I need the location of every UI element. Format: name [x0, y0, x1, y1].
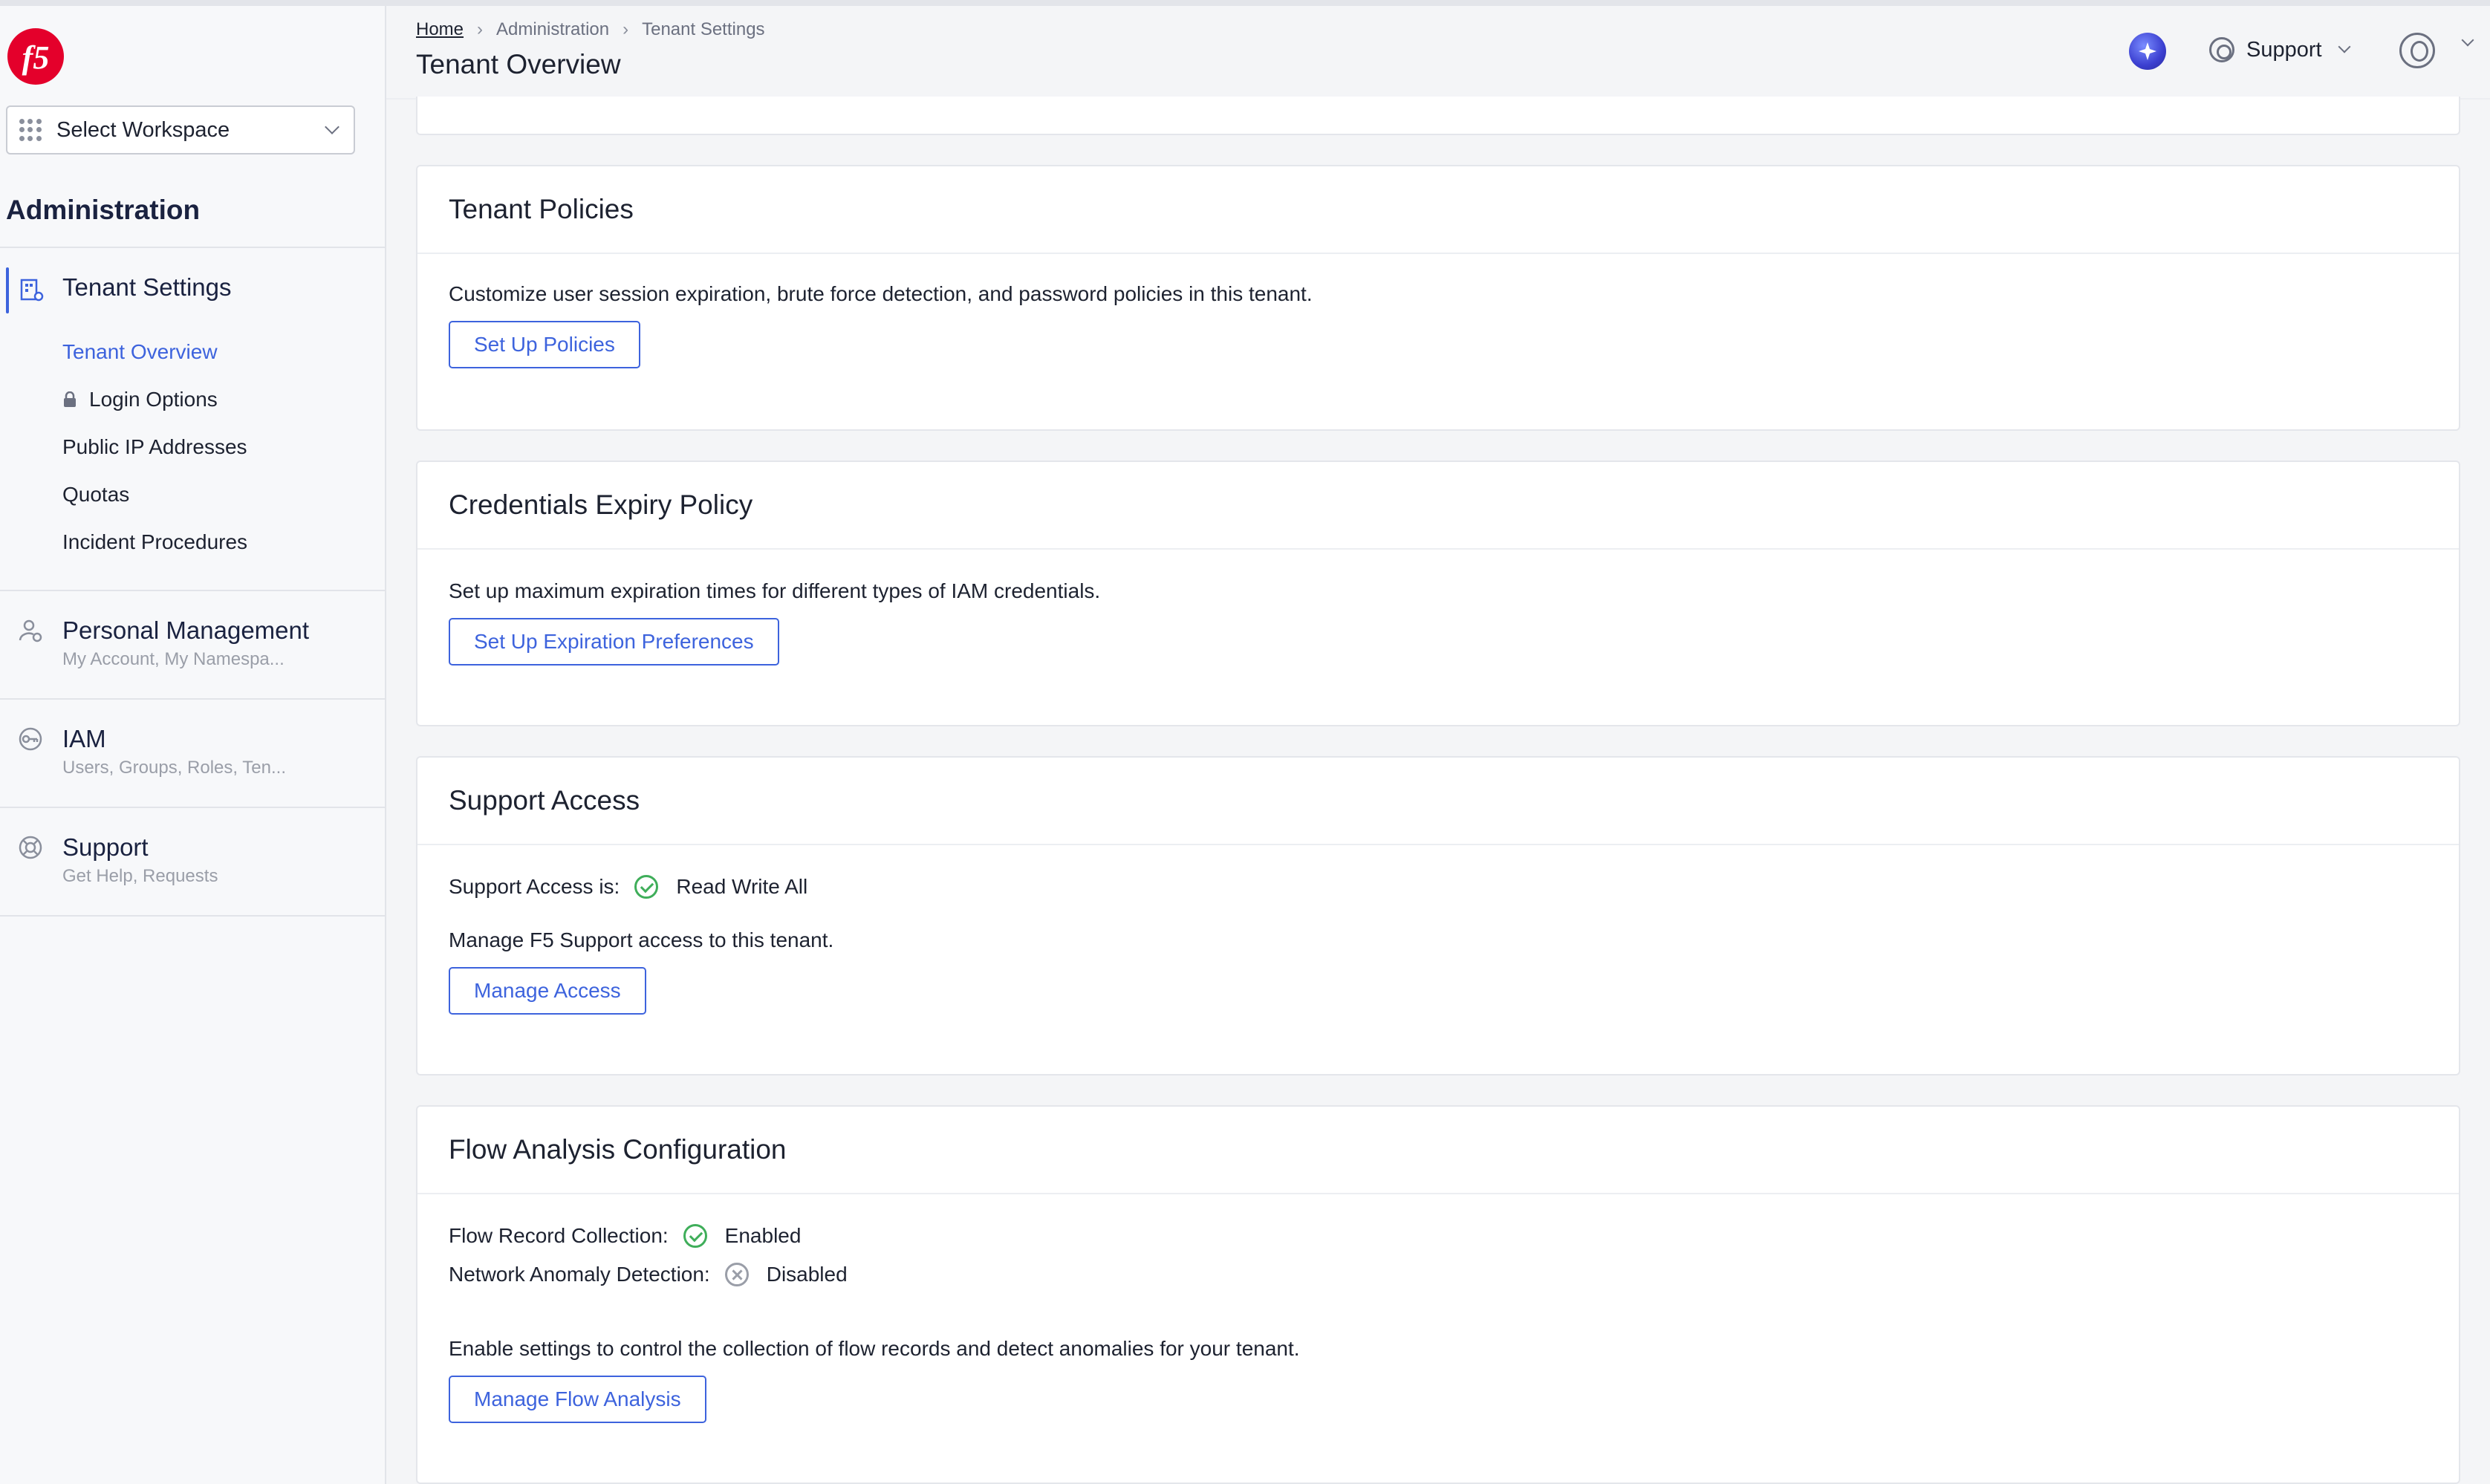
- breadcrumb-administration[interactable]: Administration: [496, 19, 609, 40]
- status-label: Flow Record Collection:: [449, 1224, 669, 1247]
- status-value: Read Write All: [676, 875, 808, 898]
- section-title: Administration: [6, 195, 201, 225]
- sidebar-item-quotas[interactable]: Quotas: [62, 483, 129, 507]
- lifebuoy-icon: [19, 836, 42, 859]
- user-avatar-button[interactable]: [2399, 33, 2435, 68]
- set-up-expiration-preferences-button[interactable]: Set Up Expiration Preferences: [449, 618, 779, 665]
- top-border: [0, 0, 2490, 6]
- key-icon: [19, 727, 42, 751]
- card-title: Flow Analysis Configuration: [417, 1107, 2459, 1194]
- sidebar-item-iam[interactable]: IAM: [62, 725, 106, 753]
- chevron-down-icon: [2338, 40, 2351, 53]
- credentials-expiry-card: Credentials Expiry Policy Set up maximum…: [416, 461, 2460, 726]
- sidebar-item-personal-management[interactable]: Personal Management: [62, 616, 309, 645]
- status-label: Network Anomaly Detection:: [449, 1263, 710, 1286]
- status-value: Enabled: [724, 1224, 802, 1247]
- check-circle-icon: [683, 1224, 707, 1248]
- status-label: Support Access is:: [449, 875, 620, 898]
- previous-card: [416, 97, 2460, 135]
- user-gear-icon: [19, 619, 42, 642]
- anomaly-detection-status: Network Anomaly Detection: Disabled: [449, 1263, 848, 1286]
- breadcrumb-home-link[interactable]: Home: [416, 19, 464, 40]
- sidebar: f5 Select Workspace Administration Tenan…: [0, 6, 386, 1484]
- card-title: Credentials Expiry Policy: [417, 462, 2459, 550]
- chevron-right-icon: ›: [622, 19, 629, 39]
- f5-logo[interactable]: f5: [4, 25, 67, 88]
- manage-access-button[interactable]: Manage Access: [449, 967, 646, 1015]
- workspace-select[interactable]: Select Workspace: [6, 105, 355, 154]
- set-up-policies-button[interactable]: Set Up Policies: [449, 321, 640, 368]
- sidebar-item-subtitle: Users, Groups, Roles, Ten...: [62, 758, 287, 778]
- chevron-down-icon: [325, 120, 339, 134]
- ai-assistant-button[interactable]: [2129, 33, 2166, 70]
- building-settings-icon: [20, 279, 44, 302]
- support-access-card: Support Access Support Access is: Read W…: [416, 756, 2460, 1075]
- card-title: Support Access: [417, 758, 2459, 845]
- manage-flow-analysis-button[interactable]: Manage Flow Analysis: [449, 1376, 706, 1423]
- sidebar-item-label: Login Options: [89, 388, 218, 411]
- chevron-down-icon[interactable]: [2461, 33, 2474, 47]
- support-menu-label: Support: [2246, 37, 2322, 62]
- flow-record-status: Flow Record Collection: Enabled: [449, 1224, 801, 1248]
- page-title: Tenant Overview: [416, 49, 621, 79]
- divider: [0, 698, 385, 700]
- sidebar-item-login-options[interactable]: Login Options: [62, 388, 218, 411]
- apps-grid-icon: [19, 119, 42, 141]
- check-circle-icon: [634, 875, 659, 899]
- breadcrumb-tenant-settings[interactable]: Tenant Settings: [642, 19, 764, 40]
- svg-text:f5: f5: [22, 39, 50, 76]
- card-title: Tenant Policies: [417, 166, 2459, 254]
- sidebar-item-public-ip-addresses[interactable]: Public IP Addresses: [62, 435, 247, 459]
- sidebar-item-tenant-settings[interactable]: Tenant Settings: [62, 273, 232, 302]
- lock-icon: [64, 391, 76, 407]
- x-circle-icon: [724, 1263, 749, 1286]
- sidebar-item-subtitle: My Account, My Namespa...: [62, 649, 285, 669]
- sidebar-item-tenant-overview[interactable]: Tenant Overview: [62, 340, 218, 364]
- divider: [0, 915, 385, 917]
- active-indicator: [6, 267, 9, 313]
- card-description: Manage F5 Support access to this tenant.: [449, 928, 834, 951]
- card-description: Customize user session expiration, brute…: [449, 282, 1313, 305]
- sidebar-item-support[interactable]: Support: [62, 833, 149, 862]
- divider: [0, 247, 385, 248]
- breadcrumb: Home › Administration › Tenant Settings: [416, 19, 765, 40]
- chevron-right-icon: ›: [477, 19, 484, 39]
- support-access-status: Support Access is: Read Write All: [449, 875, 807, 899]
- lifebuoy-icon: [2209, 37, 2234, 62]
- card-description: Set up maximum expiration times for diff…: [449, 579, 1101, 602]
- sidebar-item-subtitle: Get Help, Requests: [62, 866, 218, 886]
- status-value: Disabled: [766, 1263, 848, 1286]
- divider: [0, 590, 385, 591]
- workspace-select-label: Select Workspace: [56, 117, 230, 142]
- sidebar-item-incident-procedures[interactable]: Incident Procedures: [62, 530, 247, 554]
- divider: [0, 807, 385, 808]
- sparkle-icon: [2139, 42, 2156, 60]
- tenant-policies-card: Tenant Policies Customize user session e…: [416, 165, 2460, 431]
- support-menu-button[interactable]: Support: [2209, 37, 2351, 62]
- flow-analysis-card: Flow Analysis Configuration Flow Record …: [416, 1105, 2460, 1484]
- card-description: Enable settings to control the collectio…: [449, 1337, 1300, 1360]
